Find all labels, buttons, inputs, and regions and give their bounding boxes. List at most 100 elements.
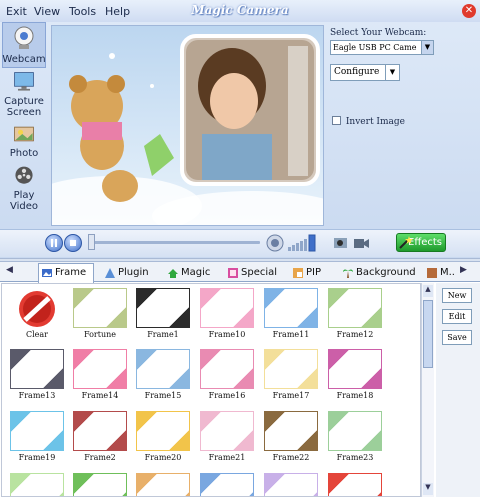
gallery-item[interactable]: Frame17 [260,349,322,401]
sidebar-item-photo[interactable]: Photo [0,122,48,159]
new-button[interactable]: New [442,288,472,303]
gallery-item[interactable]: Frame19 [6,411,68,463]
gallery-item[interactable]: Frame1 [132,288,194,340]
tab-plugin[interactable]: Plugin [102,264,158,282]
tab-frame[interactable]: Frame [38,263,94,283]
gallery-item-label: Frame14 [81,391,119,400]
gallery-item-label: Clear [25,330,48,339]
gallery-item[interactable]: Frame20 [132,411,194,463]
stop-icon [70,240,76,246]
tab-label: M... [440,267,456,278]
clear-icon [10,288,64,328]
frame-thumbnail [328,411,382,451]
sidebar-item-capture-screen[interactable]: Capture Screen [0,70,48,118]
tab-scroll-right-icon[interactable]: ▶ [460,265,467,275]
gallery-item[interactable] [324,473,386,496]
gallery-item[interactable]: Frame15 [132,349,194,401]
frame-thumbnail [136,288,190,328]
tab-magic[interactable]: Magic [165,264,219,282]
gallery-item[interactable]: Frame2 [69,411,131,463]
webcam-dropdown[interactable]: Eagle USB PC Came ▼ [330,40,434,55]
gallery-item[interactable]: Frame13 [6,349,68,401]
gallery-item[interactable]: Frame16 [196,349,258,401]
invert-image-checkbox[interactable]: Invert Image [332,116,405,127]
frame-thumbnail [136,349,190,389]
gallery-item-label: Frame2 [84,453,116,462]
scroll-up-icon[interactable]: ▲ [423,285,433,297]
gallery-item[interactable]: Frame23 [324,411,386,463]
gallery-item[interactable] [260,473,322,496]
gallery-item[interactable]: Frame18 [324,349,386,401]
gallery-item[interactable]: Frame22 [260,411,322,463]
gallery-item-label: Frame20 [144,453,182,462]
gallery-item-label: Frame11 [272,330,310,339]
menu-view[interactable]: View [34,5,60,18]
gallery-item[interactable]: Frame14 [69,349,131,401]
monitor-icon [14,72,34,91]
gallery-item[interactable] [6,473,68,496]
more-tab-icon [427,268,437,278]
gallery-item[interactable] [69,473,131,496]
video-camera-icon[interactable] [352,234,370,252]
gallery-item[interactable] [132,473,194,496]
sidebar-item-label: Play Video [9,190,39,212]
gallery-item-label: Frame10 [208,330,246,339]
sidebar-item-webcam[interactable]: Webcam [0,24,48,65]
tab-label: Special [241,267,278,278]
gallery-item[interactable]: Frame11 [260,288,322,340]
scrollbar-thumb[interactable] [423,300,433,368]
tab-special[interactable]: Special [225,264,283,282]
close-icon[interactable]: ✕ [462,4,476,18]
frame-thumbnail [73,349,127,389]
edit-button[interactable]: Edit [442,309,472,324]
stop-button[interactable] [64,234,82,252]
menu-tools[interactable]: Tools [69,5,96,18]
menu-help[interactable]: Help [105,5,130,18]
configure-button[interactable]: Configure ▼ [330,64,400,81]
speaker-icon[interactable] [265,233,285,253]
seek-slider-track[interactable] [92,241,260,244]
gallery-item[interactable]: Clear [6,288,68,340]
frame-thumbnail [200,349,254,389]
pause-button[interactable] [45,234,63,252]
sidebar-item-play-video[interactable]: Play Video [0,164,48,212]
webcam-small-icon[interactable] [332,234,350,252]
scroll-down-icon[interactable]: ▼ [423,483,433,495]
save-button[interactable]: Save [442,330,472,345]
photo-icon [14,126,34,142]
gallery-item[interactable]: Frame10 [196,288,258,340]
seek-slider-thumb[interactable] [88,234,95,250]
tab-label: Magic [181,267,211,278]
volume-level-icon[interactable] [288,234,316,252]
menu-exit[interactable]: Exit [6,5,27,18]
app-title: Magic Camera [191,3,289,17]
tab-more[interactable]: M... [424,264,456,282]
frame-thumbnail [73,473,127,496]
sidebar-item-label: Webcam [2,54,46,65]
effects-button[interactable]: Effects [396,233,446,252]
tab-scroll-left-icon[interactable]: ◀ [6,265,13,275]
gallery-item[interactable]: Frame21 [196,411,258,463]
frame-thumbnail [136,473,190,496]
tab-label: PIP [306,267,322,278]
tab-background[interactable]: Background [340,264,420,282]
webcam-selected-value: Eagle USB PC Came [333,43,417,52]
frame-gallery: Clear Fortune Frame1 Frame10 Frame11 Frame12 F… [1,283,421,497]
film-reel-icon [15,166,33,184]
configure-label: Configure [334,67,380,77]
tab-pip[interactable]: PIP [290,264,334,282]
gallery-item-label: Frame1 [147,330,179,339]
gallery-item[interactable] [196,473,258,496]
gallery-item-label: Frame16 [208,391,246,400]
select-webcam-label: Select Your Webcam: [330,28,427,38]
frame-thumbnail [136,411,190,451]
gallery-item[interactable]: Frame12 [324,288,386,340]
frame-thumbnail [200,411,254,451]
chevron-down-icon[interactable]: ▼ [421,41,433,54]
special-tab-icon [228,268,238,278]
checkbox-box[interactable] [332,116,341,125]
chevron-down-icon[interactable]: ▼ [385,65,399,80]
frame-thumbnail [264,411,318,451]
frame-thumbnail [10,473,64,496]
gallery-item[interactable]: Fortune [69,288,131,340]
